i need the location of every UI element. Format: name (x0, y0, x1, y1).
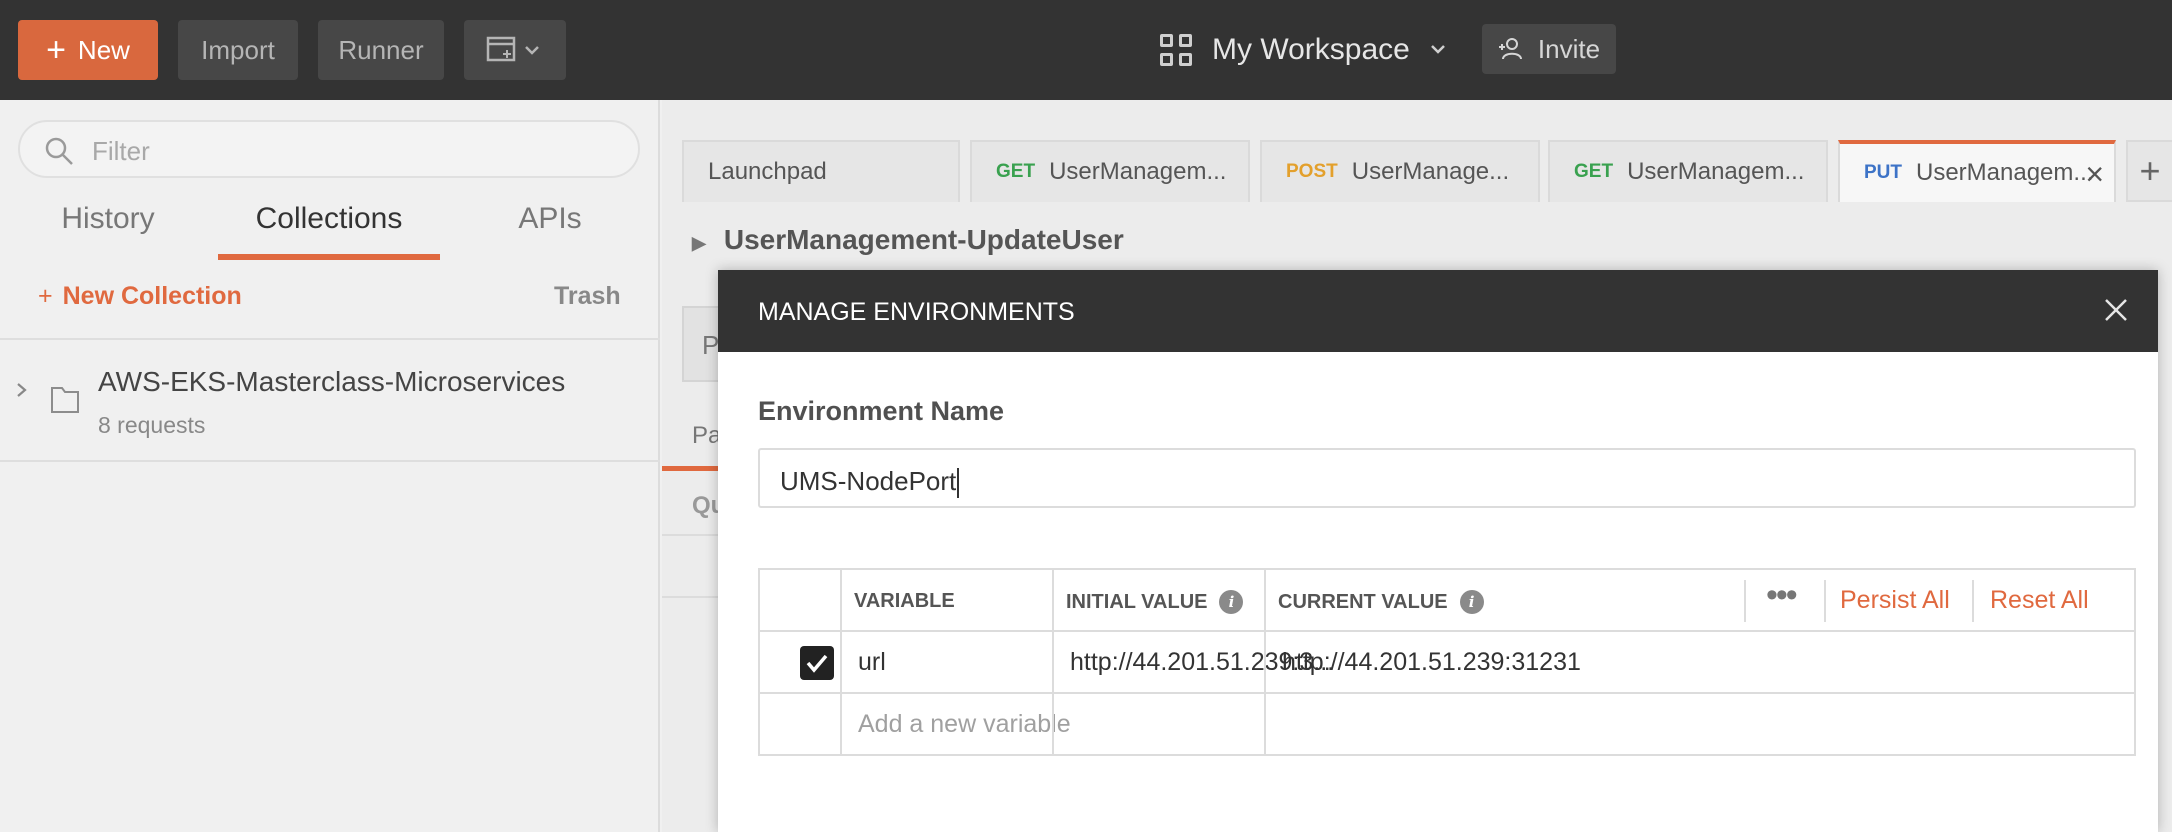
chevron-down-icon (1430, 45, 1445, 54)
current-value-cell[interactable]: http://44.201.51.239:31231 (1282, 648, 1581, 677)
divider (1824, 580, 1826, 622)
tab-apis[interactable]: APIs (490, 202, 610, 260)
collection-name: AWS-EKS-Masterclass-Microservices (98, 366, 566, 397)
variable-name-cell[interactable]: url (858, 648, 886, 677)
reset-all-button[interactable]: Reset All (1990, 586, 2089, 615)
request-tab[interactable]: GET UserManagem... (1548, 140, 1828, 202)
column-header-label: CURRENT VALUE (1278, 590, 1448, 613)
more-options-icon[interactable]: ••• (1766, 576, 1798, 615)
invite-label: Invite (1537, 33, 1601, 64)
request-tab-active[interactable]: PUT UserManagem... × (1838, 140, 2116, 202)
column-header-label: INITIAL VALUE (1066, 590, 1208, 613)
new-button-label: New (77, 34, 130, 65)
request-title-text: UserManagement-UpdateUser (723, 224, 1124, 255)
divider (1744, 580, 1746, 622)
request-tab[interactable]: GET UserManagem... (970, 140, 1250, 202)
divider (1972, 580, 1974, 622)
table-header: VARIABLE INITIAL VALUE i CURRENT VALUE i… (760, 570, 2134, 632)
column-header-initial-value: INITIAL VALUE i (1066, 590, 1244, 614)
tab-params[interactable]: Pa (692, 422, 721, 450)
method-badge: POST (1286, 161, 1338, 182)
environment-name-input[interactable]: UMS-NodePort (758, 448, 2136, 508)
runner-button[interactable]: Runner (318, 20, 444, 80)
workspace-dropdown[interactable]: My Workspace (1160, 22, 1458, 78)
tab-collections[interactable]: Collections (218, 202, 440, 260)
request-tab-label: UserManagem... (1627, 158, 1805, 185)
table-row: url http://44.201.51.239:3... http://44.… (760, 632, 2134, 694)
grid-icon (1160, 34, 1192, 66)
tab-history[interactable]: History (34, 202, 182, 260)
divider (662, 534, 722, 536)
sidebar: Filter History Collections APIs + New Col… (0, 100, 660, 832)
table-row-new: Add a new variable (760, 694, 2134, 756)
request-tab-label: UserManagem... (1049, 158, 1227, 185)
checkbox[interactable] (800, 646, 834, 680)
chevron-right-icon (17, 383, 27, 397)
request-title: ▶ UserManagement-UpdateUser (692, 224, 1124, 256)
add-tab-button[interactable]: + (2126, 140, 2172, 202)
folder-icon (51, 387, 79, 413)
modal-header: MANAGE ENVIRONMENTS (718, 270, 2158, 352)
request-tab[interactable]: POST UserManage... (1260, 140, 1540, 202)
new-window-icon (486, 36, 539, 62)
search-icon (45, 137, 73, 165)
filter-placeholder: Filter (92, 136, 150, 166)
text-cursor (957, 468, 960, 499)
top-toolbar: + New Import Runner My Workspace Invite (0, 0, 2172, 100)
plus-icon: + (46, 31, 66, 69)
new-collection-label: New Collection (62, 282, 242, 310)
environment-name-value: UMS-NodePort (780, 466, 957, 496)
active-tab-indicator (662, 466, 722, 471)
divider (662, 596, 722, 598)
method-badge: GET (996, 161, 1036, 182)
column-divider (840, 570, 842, 756)
column-divider (1052, 570, 1054, 756)
collection-item[interactable]: AWS-EKS-Masterclass-Microservices 8 requ… (0, 340, 660, 462)
method-badge: PUT (1864, 162, 1902, 183)
persist-all-button[interactable]: Persist All (1840, 586, 1950, 615)
column-header-variable: VARIABLE (854, 590, 955, 612)
request-tab-label: UserManagem... (1916, 159, 2094, 186)
invite-button[interactable]: Invite (1482, 24, 1616, 74)
modal-title: MANAGE ENVIRONMENTS (758, 298, 1075, 326)
column-header-current-value: CURRENT VALUE i (1278, 590, 1484, 614)
plus-icon: + (38, 282, 53, 310)
add-variable-input[interactable]: Add a new variable (858, 710, 1071, 739)
caret-right-icon[interactable]: ▶ (692, 233, 706, 253)
info-icon[interactable]: i (1219, 590, 1244, 614)
workspace-label: My Workspace (1212, 33, 1410, 66)
variables-table: VARIABLE INITIAL VALUE i CURRENT VALUE i… (758, 568, 2136, 756)
collection-count: 8 requests (98, 412, 206, 438)
filter-input[interactable]: Filter (18, 120, 640, 178)
request-tab-label: UserManage... (1351, 158, 1510, 185)
environment-name-label: Environment Name (758, 396, 1005, 426)
method-badge: GET (1574, 161, 1614, 182)
new-collection-button[interactable]: + New Collection (38, 282, 242, 311)
checkmark-icon (806, 654, 828, 673)
manage-environments-modal: MANAGE ENVIRONMENTS Environment Name UMS… (718, 270, 2158, 832)
close-icon[interactable] (2098, 292, 2134, 328)
add-user-icon (1498, 38, 1522, 60)
import-button[interactable]: Import (178, 20, 298, 80)
close-tab-icon[interactable]: × (2085, 156, 2104, 193)
new-button[interactable]: + New (18, 20, 158, 80)
info-icon[interactable]: i (1459, 590, 1484, 614)
sidebar-tabs: History Collections APIs (0, 202, 660, 262)
column-divider (1264, 570, 1266, 756)
request-tab-label: Launchpad (708, 158, 827, 185)
request-tab-launchpad[interactable]: Launchpad (682, 140, 960, 202)
trash-button[interactable]: Trash (554, 282, 621, 311)
new-window-button[interactable] (464, 20, 566, 80)
